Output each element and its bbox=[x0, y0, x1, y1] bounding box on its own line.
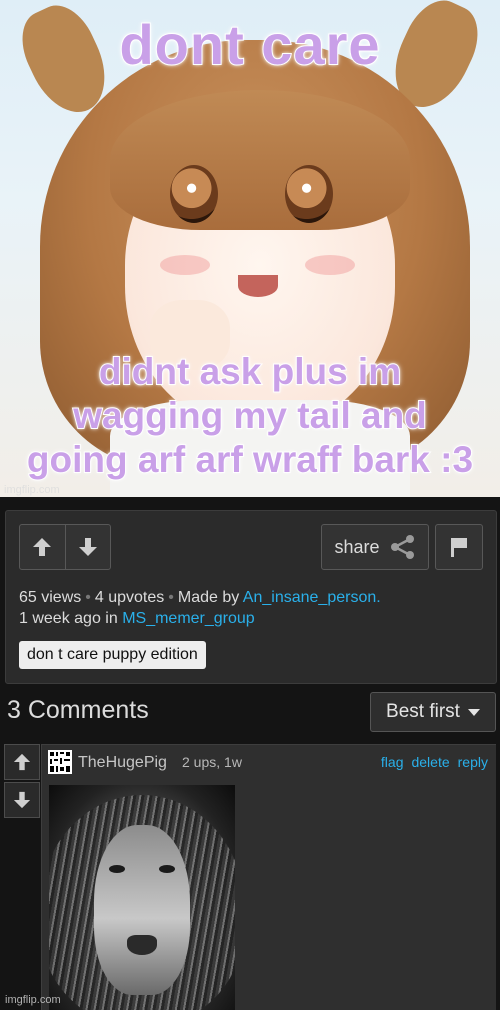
post-time: 1 week ago in bbox=[19, 610, 118, 627]
post-meta-line1: 65 views • 4 upvotes • Made by An_insane_per… bbox=[19, 589, 381, 606]
arrow-down-icon bbox=[13, 791, 31, 809]
comment-upvote-button[interactable] bbox=[4, 744, 40, 780]
sort-label: Best first bbox=[386, 701, 460, 722]
character-eye-left bbox=[170, 165, 218, 223]
flag-icon bbox=[451, 538, 467, 557]
lion-face bbox=[94, 825, 190, 995]
share-label: share bbox=[334, 536, 380, 557]
meme-image: dont care didnt ask plus im wagging my t… bbox=[0, 0, 500, 497]
arrow-up-icon bbox=[13, 753, 31, 771]
meme-caption-bottom: didnt ask plus im wagging my tail and go… bbox=[0, 350, 500, 482]
character-bangs bbox=[110, 90, 410, 230]
comment-actions: flag delete reply bbox=[381, 754, 488, 770]
post-meta-line2: 1 week ago in MS_memer_group bbox=[19, 608, 381, 629]
meme-caption-line: going arf arf wraff bark :3 bbox=[26, 438, 474, 481]
imgflip-watermark: imgflip.com bbox=[4, 484, 60, 496]
meme-caption-line: didnt ask plus im bbox=[98, 350, 402, 393]
arrow-down-icon bbox=[78, 538, 97, 556]
comment-username[interactable]: TheHugePig bbox=[78, 754, 167, 772]
view-count: 65 views bbox=[19, 589, 82, 606]
blush-left bbox=[160, 255, 210, 275]
upvote-count: 4 upvotes bbox=[94, 589, 165, 606]
meme-caption-line: wagging my tail and bbox=[72, 394, 428, 437]
comment-flag-link[interactable]: flag bbox=[381, 754, 404, 770]
author-link[interactable]: An_insane_person. bbox=[243, 589, 381, 606]
post-vote-group bbox=[19, 524, 111, 570]
character-eye-right bbox=[285, 165, 333, 223]
user-avatar[interactable] bbox=[48, 750, 72, 774]
post-meta: 65 views • 4 upvotes • Made by An_insane_per… bbox=[19, 587, 381, 629]
comment-delete-link[interactable]: delete bbox=[411, 754, 449, 770]
comment-reply-link[interactable]: reply bbox=[458, 754, 488, 770]
share-button[interactable]: share bbox=[321, 524, 429, 570]
comment-image[interactable] bbox=[49, 785, 235, 1010]
upvote-button[interactable] bbox=[20, 525, 65, 569]
stream-link[interactable]: MS_memer_group bbox=[122, 610, 255, 627]
comment-downvote-button[interactable] bbox=[4, 782, 40, 818]
comments-count-title: 3 Comments bbox=[7, 696, 149, 724]
character-mouth bbox=[238, 275, 278, 297]
meme-caption-top: dont care bbox=[118, 12, 381, 77]
lion-nose bbox=[127, 935, 157, 955]
share-icon bbox=[390, 535, 414, 559]
lion-eye-left bbox=[109, 865, 125, 873]
downvote-button[interactable] bbox=[64, 525, 111, 569]
comment-sort-dropdown[interactable]: Best first bbox=[370, 692, 496, 732]
imgflip-watermark-comment: imgflip.com bbox=[5, 994, 61, 1006]
comment-meta: 2 ups, 1w bbox=[182, 754, 242, 770]
made-by-label: Made by bbox=[177, 589, 240, 606]
comment: TheHugePig 2 ups, 1w flag delete reply bbox=[41, 744, 496, 1010]
lion-eye-right bbox=[159, 865, 175, 873]
blush-right bbox=[305, 255, 355, 275]
arrow-up-icon bbox=[33, 538, 52, 556]
post-tag[interactable]: don t care puppy edition bbox=[19, 641, 206, 669]
comment-vote-group bbox=[4, 744, 40, 818]
caret-down-icon bbox=[467, 708, 480, 716]
flag-button[interactable] bbox=[435, 524, 483, 570]
post-info-card: share 65 views • 4 upvotes • Made by An_insa… bbox=[5, 510, 497, 684]
